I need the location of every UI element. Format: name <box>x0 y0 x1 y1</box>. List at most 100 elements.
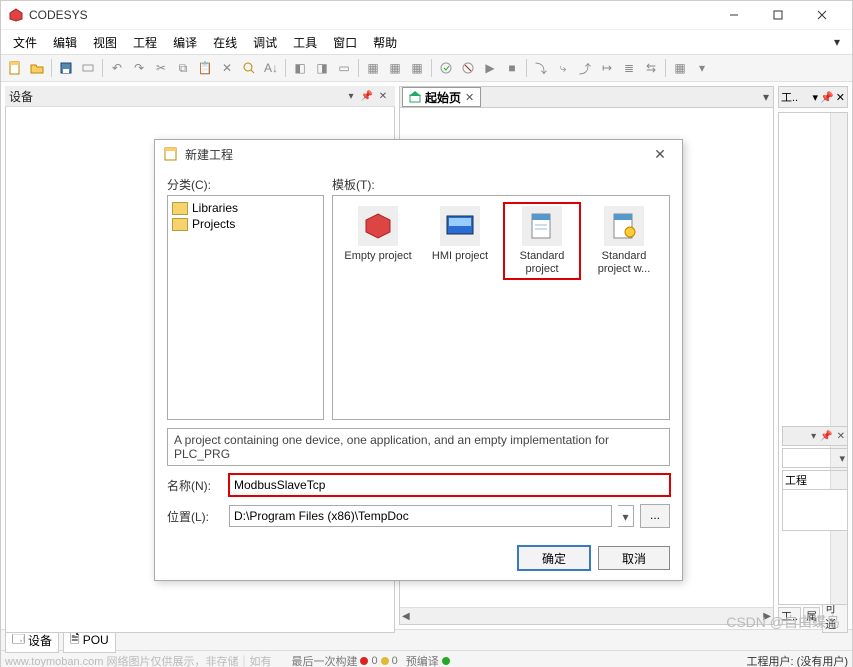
minimize-button[interactable] <box>712 1 756 29</box>
toggle-bp-icon[interactable]: ◧ <box>290 58 310 78</box>
editor-hscrollbar[interactable]: ◀▶ <box>400 607 773 624</box>
step-over-icon[interactable]: ⤵ <box>531 58 551 78</box>
run-to-icon[interactable]: ↦ <box>597 58 617 78</box>
template-standard-w-label: Standard project w... <box>589 250 659 276</box>
menu-help[interactable]: 帮助 <box>365 32 405 53</box>
editor-tabstrip: 起始页 ✕ ▾ <box>399 86 774 107</box>
logout-icon[interactable] <box>458 58 478 78</box>
toolbox-dropdown-icon[interactable]: ▾ <box>813 91 819 104</box>
step-out-icon[interactable]: ⤴ <box>575 58 595 78</box>
login-icon[interactable] <box>436 58 456 78</box>
messages-list <box>782 490 848 531</box>
step-into-icon[interactable]: ⤷ <box>553 58 573 78</box>
findnext-icon[interactable]: A↓ <box>261 58 281 78</box>
misc1-icon[interactable]: ≣ <box>619 58 639 78</box>
main-toolbar: ↶ ↷ ✂ ⧉ 📋 ✕ A↓ ◧ ◨ ▭ ▦ ▦ ▦ ▶ ■ ⤵ ⤷ ⤴ ↦ ≣… <box>1 54 852 82</box>
home-icon <box>409 91 421 103</box>
panel-pin-icon[interactable]: 📌 <box>359 88 375 104</box>
menu-view[interactable]: 视图 <box>85 32 125 53</box>
open-icon[interactable] <box>27 58 47 78</box>
tabstrip-dropdown-icon[interactable]: ▾ <box>759 90 773 104</box>
location-input[interactable] <box>229 505 612 527</box>
paste-icon[interactable]: 📋 <box>195 58 215 78</box>
panel-dropdown-icon[interactable]: ▾ <box>343 88 359 104</box>
tab-startpage-label: 起始页 <box>425 89 461 106</box>
status-lastbuild-label: 最后一次构建 <box>291 653 357 667</box>
stop-icon[interactable]: ■ <box>502 58 522 78</box>
template-hmi-icon <box>440 206 480 246</box>
browse-button[interactable]: ... <box>640 504 670 528</box>
cancel-button[interactable]: 取消 <box>598 546 670 570</box>
redo-icon[interactable]: ↷ <box>129 58 149 78</box>
print-icon[interactable] <box>78 58 98 78</box>
category-projects[interactable]: Projects <box>172 216 319 232</box>
location-dropdown-icon[interactable]: ▾ <box>618 505 634 527</box>
maximize-button[interactable] <box>756 1 800 29</box>
messages-header: ▾ 📌 ✕ <box>782 426 848 446</box>
toolbox-title: 工.. <box>781 89 798 105</box>
menu-overflow-icon[interactable]: ▾ <box>826 35 848 49</box>
panel-close-icon[interactable]: ✕ <box>375 88 391 104</box>
template-hmi-project[interactable]: HMI project <box>423 204 497 265</box>
tab-startpage[interactable]: 起始页 ✕ <box>402 87 481 107</box>
tab-close-icon[interactable]: ✕ <box>465 91 474 104</box>
toolbox-pin-icon[interactable]: 📌 <box>820 91 834 104</box>
location-label: 位置(L): <box>167 508 223 525</box>
new-project-icon <box>163 146 179 162</box>
copy-icon[interactable]: ⧉ <box>173 58 193 78</box>
templates-label: 模板(T): <box>332 176 670 193</box>
template-standard-project-wizard[interactable]: Standard project w... <box>587 204 661 278</box>
menu-build[interactable]: 编译 <box>165 32 205 53</box>
messages-col-project[interactable]: 工程 <box>782 470 848 490</box>
misc3-icon[interactable]: ▦ <box>670 58 690 78</box>
new-project-dialog: 新建工程 ✕ 分类(C): Libraries Projects 模板(T): <box>154 139 683 581</box>
status-user: 工程用户: (没有用户) <box>747 653 848 667</box>
categories-list[interactable]: Libraries Projects <box>167 195 324 420</box>
new-icon[interactable] <box>5 58 25 78</box>
tb-b-icon[interactable]: ▦ <box>385 58 405 78</box>
dialog-close-icon[interactable]: ✕ <box>646 146 674 163</box>
name-label: 名称(N): <box>167 477 223 494</box>
menu-file[interactable]: 文件 <box>5 32 45 53</box>
template-empty-project[interactable]: Empty project <box>341 204 415 265</box>
menu-tools[interactable]: 工具 <box>285 32 325 53</box>
save-icon[interactable] <box>56 58 76 78</box>
warn-dot-icon <box>381 657 389 665</box>
misc2-icon[interactable]: ⇆ <box>641 58 661 78</box>
tb-a-icon[interactable]: ▦ <box>363 58 383 78</box>
template-standard-project[interactable]: Standard project <box>505 204 579 278</box>
category-libraries[interactable]: Libraries <box>172 200 319 216</box>
menu-online[interactable]: 在线 <box>205 32 245 53</box>
status-lastbuild: 最后一次构建 0 0 <box>291 653 397 667</box>
ok-button[interactable]: 确定 <box>518 546 590 570</box>
messages-dropdown-icon[interactable]: ▾ <box>811 431 816 442</box>
status-precompile-label: 预编译 <box>406 653 439 667</box>
cut-icon[interactable]: ✂ <box>151 58 171 78</box>
devices-panel-title: 设备 <box>9 88 33 105</box>
messages-col-project-label: 工程 <box>785 472 807 488</box>
folder-icon <box>172 218 188 231</box>
template-empty-icon <box>358 206 398 246</box>
messages-close-icon[interactable]: ✕ <box>837 431 845 442</box>
menu-edit[interactable]: 编辑 <box>45 32 85 53</box>
template-standard-w-icon <box>604 206 644 246</box>
name-input[interactable] <box>229 474 670 496</box>
delete-icon[interactable]: ✕ <box>217 58 237 78</box>
toolbox-close-icon[interactable]: ✕ <box>836 91 845 104</box>
start-icon[interactable]: ▶ <box>480 58 500 78</box>
frame-icon[interactable]: ▭ <box>334 58 354 78</box>
menu-window[interactable]: 窗口 <box>325 32 365 53</box>
chevron-down-icon[interactable]: ▾ <box>692 58 712 78</box>
find-icon[interactable] <box>239 58 259 78</box>
toggle-bp2-icon[interactable]: ◨ <box>312 58 332 78</box>
devices-panel-header: 设备 ▾ 📌 ✕ <box>5 86 395 107</box>
dialog-title: 新建工程 <box>185 146 646 163</box>
tb-c-icon[interactable]: ▦ <box>407 58 427 78</box>
messages-combo[interactable]: ▾ <box>782 448 848 468</box>
folder-icon <box>172 202 188 215</box>
undo-icon[interactable]: ↶ <box>107 58 127 78</box>
menu-debug[interactable]: 调试 <box>245 32 285 53</box>
close-button[interactable] <box>800 1 844 29</box>
menu-project[interactable]: 工程 <box>125 32 165 53</box>
messages-pin-icon[interactable]: 📌 <box>820 431 832 442</box>
